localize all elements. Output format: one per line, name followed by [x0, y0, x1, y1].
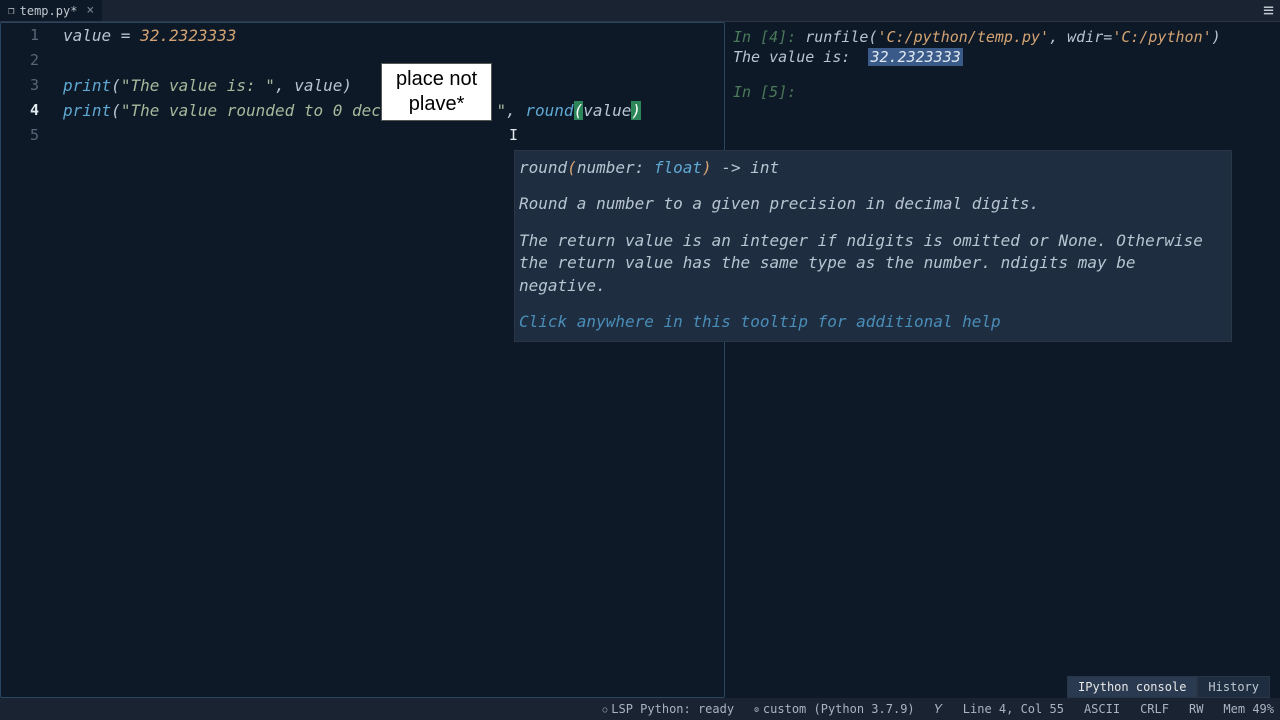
status-eol[interactable]: CRLF	[1140, 702, 1169, 716]
tooltip-body: Round a number to a given precision in d…	[519, 193, 1227, 215]
line-number: 3	[1, 73, 49, 98]
line-number: 2	[1, 48, 49, 73]
status-mode[interactable]: RW	[1189, 702, 1203, 716]
status-encoding[interactable]: ASCII	[1084, 702, 1120, 716]
tooltip-link[interactable]: Click anywhere in this tooltip for addit…	[519, 311, 1227, 333]
status-memory[interactable]: Mem 49%	[1223, 702, 1274, 716]
status-branch[interactable]: 𝑌	[935, 702, 943, 717]
hamburger-icon[interactable]: ≡	[1263, 0, 1274, 21]
console-blank	[733, 67, 1272, 83]
annotation-callout: place not plave*	[381, 63, 492, 121]
code-line-1[interactable]: value = 32.2323333	[63, 23, 724, 48]
console-output-line: The value is: 32.2323333	[733, 48, 1272, 68]
close-icon[interactable]: ×	[86, 3, 94, 18]
tooltip-signature: round(number: float) -> int	[519, 157, 1227, 179]
file-icon: ❐	[8, 4, 15, 17]
line-number: 5	[1, 123, 49, 148]
tab-filename: temp.py*	[20, 4, 78, 18]
line-gutter: 1 2 3 4 5	[1, 23, 49, 148]
circle-icon: ○	[602, 705, 607, 714]
status-lsp[interactable]: ○LSP Python: ready	[602, 702, 734, 716]
console-tabs: IPython console History	[1067, 676, 1270, 698]
code-line-5[interactable]	[63, 123, 724, 148]
console-pane[interactable]: In [4]: runfile('C:/python/temp.py', wdi…	[725, 22, 1280, 698]
signature-tooltip[interactable]: round(number: float) -> int Round a numb…	[514, 150, 1232, 342]
status-env[interactable]: ⚙custom (Python 3.7.9)	[754, 702, 915, 716]
annotation-text: place not	[396, 67, 477, 92]
tab-ipython-console[interactable]: IPython console	[1067, 676, 1197, 698]
line-number: 1	[1, 23, 49, 48]
console-prompt[interactable]: In [5]:	[733, 83, 1272, 103]
annotation-text: plave*	[396, 92, 477, 117]
main-area: 1 2 3 4 5 value = 32.2323333 print("The …	[0, 22, 1280, 698]
status-cursor-position[interactable]: Line 4, Col 55	[963, 702, 1064, 716]
text-cursor-icon: I	[509, 126, 518, 144]
tab-bar: ❐ temp.py* × ≡	[0, 0, 1280, 22]
tab-history[interactable]: History	[1197, 676, 1270, 698]
status-bar: ○LSP Python: ready ⚙custom (Python 3.7.9…	[0, 698, 1280, 720]
tooltip-body: The return value is an integer if ndigit…	[519, 230, 1227, 297]
line-number: 4	[1, 98, 49, 123]
editor-pane[interactable]: 1 2 3 4 5 value = 32.2323333 print("The …	[0, 22, 725, 698]
gear-icon: ⚙	[754, 705, 759, 714]
editor-tab[interactable]: ❐ temp.py* ×	[0, 0, 102, 21]
console-input-line: In [4]: runfile('C:/python/temp.py', wdi…	[733, 28, 1272, 48]
